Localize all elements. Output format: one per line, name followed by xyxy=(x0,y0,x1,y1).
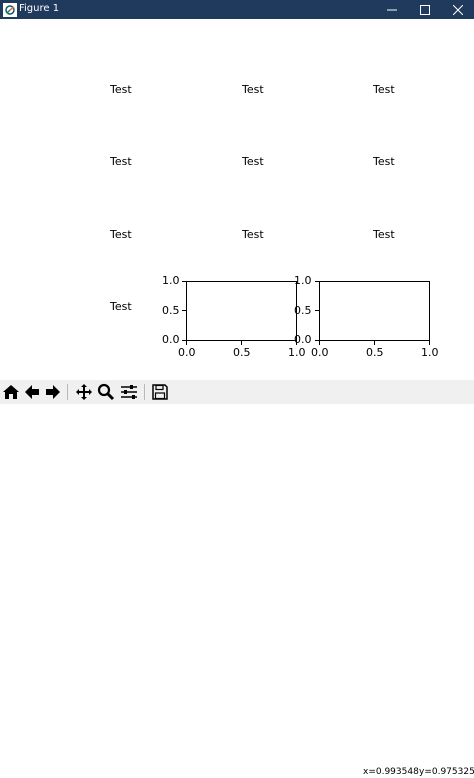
pan-icon xyxy=(76,384,92,400)
forward-arrow-icon xyxy=(46,385,60,399)
y-tick-label: 0.0 xyxy=(294,333,312,346)
y-tick-label: 0.5 xyxy=(162,304,180,317)
text-cell: Test xyxy=(373,228,395,241)
axes-right[interactable] xyxy=(319,281,430,341)
cursor-x-readout: x=0.993548 xyxy=(363,767,419,777)
navigation-toolbar: x=0.993548 y=0.975325 xyxy=(0,380,474,777)
toolbar-separator xyxy=(67,384,68,400)
save-button[interactable] xyxy=(150,382,170,402)
back-arrow-icon xyxy=(25,385,39,399)
x-tick-label: 1.0 xyxy=(288,346,306,359)
y-tick-label: 0.0 xyxy=(162,333,180,346)
y-tick-mark xyxy=(315,281,319,282)
home-icon xyxy=(3,385,19,399)
x-tick-mark xyxy=(429,341,430,345)
y-tick-label: 1.0 xyxy=(162,274,180,287)
maximize-icon xyxy=(420,5,430,15)
back-button[interactable] xyxy=(22,382,42,402)
y-tick-mark xyxy=(182,310,186,311)
x-tick-mark xyxy=(374,341,375,345)
y-tick-label: 1.0 xyxy=(294,274,312,287)
x-tick-label: 0.5 xyxy=(366,346,384,359)
minimize-button[interactable] xyxy=(376,0,408,19)
forward-button[interactable] xyxy=(43,382,63,402)
x-tick-label: 0.0 xyxy=(178,346,196,359)
text-cell: Test xyxy=(110,155,132,168)
text-cell: Test xyxy=(110,228,132,241)
y-tick-mark xyxy=(315,310,319,311)
text-cell: Test xyxy=(242,155,264,168)
text-cell: Test xyxy=(373,155,395,168)
minimize-icon xyxy=(387,9,397,11)
y-tick-label: 0.5 xyxy=(294,304,312,317)
window-titlebar[interactable]: Figure 1 xyxy=(0,0,474,19)
text-cell: Test xyxy=(373,83,395,96)
y-tick-mark xyxy=(182,281,186,282)
x-tick-mark xyxy=(319,341,320,345)
text-cell: Test xyxy=(242,83,264,96)
pan-button[interactable] xyxy=(74,382,94,402)
matplotlib-figure-icon xyxy=(3,2,17,17)
figure-canvas[interactable]: Test Test Test Test Test Test Test Test … xyxy=(0,19,474,380)
save-icon xyxy=(152,384,168,400)
close-button[interactable] xyxy=(442,0,474,19)
configure-subplots-button[interactable] xyxy=(119,382,139,402)
maximize-button[interactable] xyxy=(409,0,441,19)
text-cell: Test xyxy=(110,300,132,313)
window-title: Figure 1 xyxy=(19,3,60,14)
x-tick-label: 0.0 xyxy=(311,346,329,359)
axes-left[interactable] xyxy=(186,281,297,341)
text-cell: Test xyxy=(242,228,264,241)
x-tick-mark xyxy=(186,341,187,345)
cursor-y-readout: y=0.975325 xyxy=(419,767,474,777)
x-tick-label: 0.5 xyxy=(233,346,251,359)
toolbar-separator xyxy=(144,384,145,400)
x-tick-mark xyxy=(241,341,242,345)
home-button[interactable] xyxy=(1,382,21,402)
configure-subplots-icon xyxy=(121,385,137,399)
close-icon xyxy=(453,5,463,15)
text-cell: Test xyxy=(110,83,132,96)
x-tick-label: 1.0 xyxy=(421,346,439,359)
zoom-icon xyxy=(97,383,115,401)
zoom-button[interactable] xyxy=(96,382,116,402)
